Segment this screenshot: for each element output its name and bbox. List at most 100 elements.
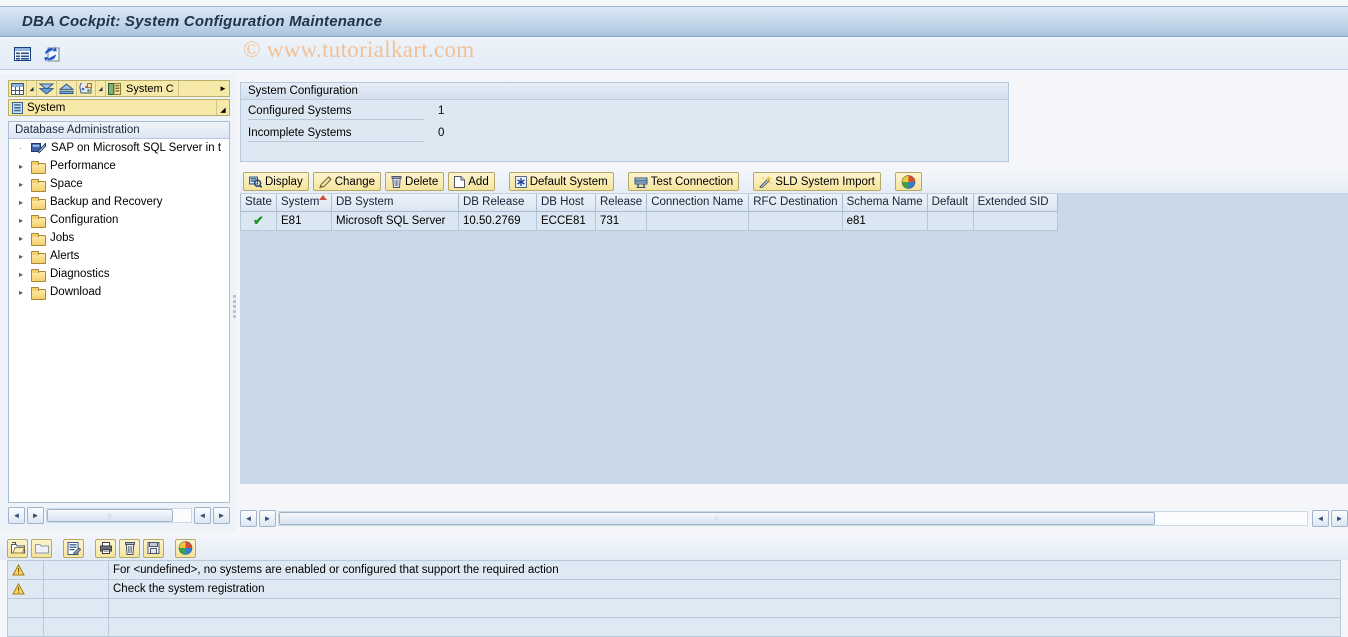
column-header-state[interactable]: State bbox=[241, 194, 277, 211]
settings-palette-icon[interactable] bbox=[77, 81, 96, 96]
table-cell-system[interactable]: E81 bbox=[277, 211, 332, 230]
column-header-db-system[interactable]: DB System bbox=[332, 194, 459, 211]
system-selector[interactable]: System ◢ bbox=[8, 99, 230, 116]
note-edit-icon[interactable] bbox=[63, 539, 84, 558]
tree-node-alerts[interactable]: ▸Alerts bbox=[9, 247, 229, 265]
grid-scroll-thumb[interactable]: ⁙ bbox=[279, 512, 1155, 525]
grid-scroll-right-button[interactable]: ► bbox=[259, 510, 276, 527]
save-icon[interactable] bbox=[143, 539, 164, 558]
tree-header: Database Administration bbox=[9, 122, 229, 139]
column-header-release[interactable]: Release bbox=[596, 194, 647, 211]
grid-scroll-right-button-2[interactable]: ► bbox=[1331, 510, 1348, 527]
table-cell-db-host[interactable]: ECCE81 bbox=[537, 211, 596, 230]
scroll-right-button[interactable]: ► bbox=[27, 507, 44, 524]
message-row[interactable]: For <undefined>, no systems are enabled … bbox=[8, 561, 1341, 580]
pencil-icon bbox=[319, 176, 332, 188]
warning-icon[interactable] bbox=[8, 561, 44, 580]
message-code[interactable] bbox=[44, 561, 109, 580]
table-cell-schema-name[interactable]: e81 bbox=[842, 211, 927, 230]
tree-node-download[interactable]: ▸Download bbox=[9, 283, 229, 301]
tree-node-backup-and-recovery[interactable]: ▸Backup and Recovery bbox=[9, 193, 229, 211]
grid-view-dropdown-icon[interactable] bbox=[27, 81, 37, 96]
table-cell-release[interactable]: 731 bbox=[596, 211, 647, 230]
column-header-label: DB Host bbox=[541, 196, 584, 208]
column-header-label: DB System bbox=[336, 196, 394, 208]
trash-icon[interactable] bbox=[119, 539, 140, 558]
tree-node-sap-on-microsoft-sql-server-in-t[interactable]: ·SAP on Microsoft SQL Server in t bbox=[9, 139, 229, 157]
test-connection-button[interactable]: Test Connection bbox=[628, 172, 739, 191]
print-preview-icon[interactable] bbox=[95, 539, 116, 558]
table-header-row: StateSystem DB System DB Release DB Host Rel… bbox=[241, 194, 1058, 211]
tree-toolbar-more-arrow[interactable]: ► bbox=[217, 84, 229, 93]
left-pane-horizontal-scrollbar[interactable]: ◄ ► ⁙ ◄ ► bbox=[8, 506, 230, 525]
folder-icon bbox=[31, 233, 45, 244]
column-header-default[interactable]: Default bbox=[927, 194, 973, 211]
scroll-right-button-2[interactable]: ► bbox=[213, 507, 230, 524]
scroll-thumb[interactable]: ⁙ bbox=[47, 509, 173, 522]
column-header-rfc-destination[interactable]: RFC Destination bbox=[749, 194, 842, 211]
color-palette-button[interactable] bbox=[895, 172, 922, 191]
refresh-icon[interactable] bbox=[42, 44, 62, 64]
tree-expand-icon[interactable]: ▸ bbox=[19, 288, 31, 297]
tree-node-space[interactable]: ▸Space bbox=[9, 175, 229, 193]
tree-expand-icon[interactable]: ▸ bbox=[19, 234, 31, 243]
column-header-connection-name[interactable]: Connection Name bbox=[647, 194, 749, 211]
list-icon[interactable] bbox=[12, 44, 32, 64]
palette-icon[interactable] bbox=[175, 539, 196, 558]
warning-icon[interactable] bbox=[8, 580, 44, 599]
tree-expand-icon[interactable]: ▸ bbox=[19, 162, 31, 171]
table-cell-rfc-destination[interactable] bbox=[749, 211, 842, 230]
panel-splitter[interactable] bbox=[232, 285, 237, 327]
message-code[interactable] bbox=[44, 580, 109, 599]
tree-expand-icon[interactable]: ▸ bbox=[19, 198, 31, 207]
message-text[interactable]: For <undefined>, no systems are enabled … bbox=[109, 561, 1341, 580]
tree-node-performance[interactable]: ▸Performance bbox=[9, 157, 229, 175]
scroll-left-button-2[interactable]: ◄ bbox=[194, 507, 211, 524]
expand-all-icon[interactable] bbox=[37, 81, 57, 96]
grid-scroll-track[interactable]: ⁙ bbox=[278, 511, 1308, 526]
open-folder-icon[interactable] bbox=[7, 539, 28, 558]
right-pane-horizontal-scrollbar[interactable]: ◄ ► ⁙ ◄ ► bbox=[240, 508, 1348, 529]
column-header-system[interactable]: System bbox=[277, 194, 332, 211]
system-configuration-dropdown[interactable]: System C bbox=[106, 81, 179, 96]
table-cell-connection-name[interactable] bbox=[647, 211, 749, 230]
column-header-extended-sid[interactable]: Extended SID bbox=[973, 194, 1057, 211]
scroll-track[interactable]: ⁙ bbox=[46, 508, 192, 523]
scroll-left-button[interactable]: ◄ bbox=[8, 507, 25, 524]
table-cell-extended-sid[interactable] bbox=[973, 211, 1057, 230]
delete-button[interactable]: Delete bbox=[385, 172, 444, 191]
tree-expand-icon[interactable]: ▸ bbox=[19, 180, 31, 189]
tree-expand-icon[interactable]: ▸ bbox=[19, 216, 31, 225]
column-header-db-host[interactable]: DB Host bbox=[537, 194, 596, 211]
sld-system-import-button[interactable]: SLD System Import bbox=[753, 172, 881, 191]
table-row[interactable]: ✔E81Microsoft SQL Server10.50.2769ECCE81… bbox=[241, 211, 1058, 230]
table-cell-db-system[interactable]: Microsoft SQL Server bbox=[332, 211, 459, 230]
add-button[interactable]: Add bbox=[448, 172, 494, 191]
display-button[interactable]: Display bbox=[243, 172, 309, 191]
tree-node-configuration[interactable]: ▸Configuration bbox=[9, 211, 229, 229]
status-ok-icon[interactable]: ✔ bbox=[241, 211, 277, 230]
change-button[interactable]: Change bbox=[313, 172, 381, 191]
column-header-schema-name[interactable]: Schema Name bbox=[842, 194, 927, 211]
grid-scroll-left-button-2[interactable]: ◄ bbox=[1312, 510, 1329, 527]
tree-expand-icon[interactable]: ▸ bbox=[19, 252, 31, 261]
tree-expand-icon[interactable]: ▸ bbox=[19, 270, 31, 279]
asterisk-icon bbox=[515, 176, 527, 188]
grid-scroll-left-button[interactable]: ◄ bbox=[240, 510, 257, 527]
settings-dropdown-icon[interactable] bbox=[96, 81, 106, 96]
magnifier-icon bbox=[249, 176, 262, 188]
close-folder-icon[interactable] bbox=[31, 539, 52, 558]
tree-node-jobs[interactable]: ▸Jobs bbox=[9, 229, 229, 247]
default-system-button[interactable]: Default System bbox=[509, 172, 614, 191]
message-text[interactable]: Check the system registration bbox=[109, 580, 1341, 599]
grid-view-icon[interactable] bbox=[9, 81, 27, 96]
table-cell-default[interactable] bbox=[927, 211, 973, 230]
table-cell-db-release[interactable]: 10.50.2769 bbox=[459, 211, 537, 230]
system-selector-dropdown-icon[interactable]: ◢ bbox=[216, 100, 229, 115]
tree-node-diagnostics[interactable]: ▸Diagnostics bbox=[9, 265, 229, 283]
column-header-db-release[interactable]: DB Release bbox=[459, 194, 537, 211]
message-row[interactable]: Check the system registration bbox=[8, 580, 1341, 599]
action-button-label: Display bbox=[265, 176, 303, 188]
collapse-all-icon[interactable] bbox=[57, 81, 77, 96]
folder-icon bbox=[31, 197, 45, 208]
